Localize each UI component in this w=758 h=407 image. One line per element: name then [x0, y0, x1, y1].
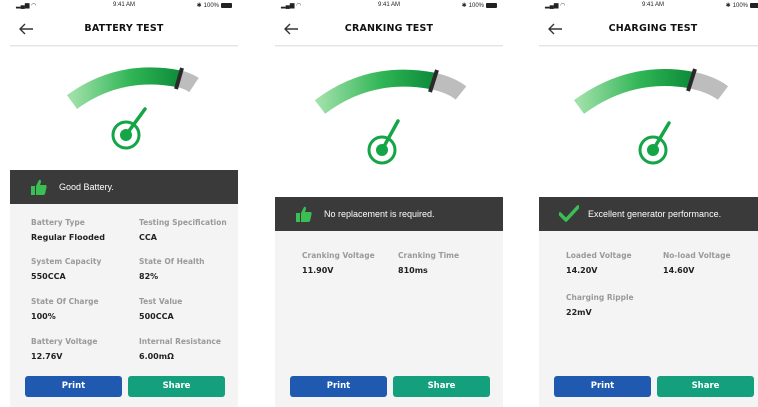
field-no-load-voltage: No-load Voltage 14.60V [663, 251, 731, 275]
field-label: Internal Resistance [139, 337, 221, 346]
gauge-panel [10, 47, 238, 170]
status-battery: ✱ 100% [726, 2, 758, 9]
field-label: No-load Voltage [663, 251, 731, 260]
field-value: 12.76V [31, 352, 63, 361]
field-charging-ripple: Charging Ripple 22mV [566, 293, 634, 317]
field-testing-specification: Testing Specification CCA [139, 218, 227, 242]
field-value: 14.60V [663, 266, 695, 275]
field-system-capacity: System Capacity 550CCA [31, 257, 101, 281]
thumbs-up-icon [296, 206, 312, 222]
field-label: Cranking Time [398, 251, 460, 260]
charging-test-screen: ▂▄▆ ◠ 9:41 AM ✱ 100% CHARGING TEST Excel… [539, 0, 758, 407]
print-button[interactable]: Print [290, 376, 387, 397]
share-button[interactable]: Share [657, 376, 754, 397]
charging-gauge [573, 68, 729, 165]
share-button[interactable]: Share [393, 376, 490, 397]
field-label: Test Value [139, 297, 183, 306]
cranking-test-screen: ▂▄▆ ◠ 9:41 AM ✱ 100% CRANKING TEST No re… [275, 0, 503, 407]
field-label: Battery Type [31, 218, 85, 227]
status-bar: ▂▄▆ ◠ 9:41 AM ✱ 100% [275, 0, 503, 12]
page-title: BATTERY TEST [84, 23, 164, 34]
battery-percent: 100% [468, 2, 484, 9]
field-value: 6.00mΩ [139, 352, 174, 361]
field-value: 550CCA [31, 272, 66, 281]
field-internal-resistance: Internal Resistance 6.00mΩ [139, 337, 221, 361]
field-state-of-charge: State Of Charge 100% [31, 297, 99, 321]
result-text: Excellent generator performance. [588, 209, 722, 219]
test-details: Loaded Voltage 14.20V No-load Voltage 14… [539, 231, 758, 374]
gauge-remainder [177, 70, 199, 93]
bluetooth-icon: ✱ [725, 3, 731, 9]
gauge-arc [573, 69, 693, 114]
field-label: Loaded Voltage [566, 251, 632, 260]
field-label: State Of Charge [31, 297, 99, 306]
thumbs-up-icon [31, 179, 47, 195]
field-label: Cranking Voltage [302, 251, 375, 260]
field-battery-voltage: Battery Voltage 12.76V [31, 337, 97, 361]
field-value: 82% [139, 272, 159, 281]
field-label: Testing Specification [139, 218, 227, 227]
battery-icon [486, 3, 497, 8]
nav-bar: CHARGING TEST [539, 12, 758, 46]
field-value: 11.90V [302, 266, 334, 275]
field-value: 22mV [566, 308, 592, 317]
field-battery-type: Battery Type Regular Flooded [31, 218, 105, 242]
gauge-arc [314, 69, 435, 114]
field-label: System Capacity [31, 257, 102, 266]
status-battery: ✱ 100% [462, 2, 497, 9]
field-value: 14.20V [566, 266, 598, 275]
field-label: State Of Health [139, 257, 205, 266]
status-bar: ▂▄▆ ◠ 9:41 AM ✱ 100% [10, 0, 238, 12]
bluetooth-icon: ✱ [461, 3, 467, 9]
field-cranking-time: Cranking Time 810ms [398, 251, 459, 275]
field-loaded-voltage: Loaded Voltage 14.20V [566, 251, 632, 275]
checkmark-icon [559, 205, 579, 222]
status-battery: ✱ 100% [197, 2, 232, 9]
result-text: No replacement is required. [324, 209, 435, 219]
result-banner: Excellent generator performance. [539, 197, 758, 231]
field-label: Battery Voltage [31, 337, 98, 346]
gauge-arc [66, 67, 182, 109]
result-text: Good Battery. [59, 182, 114, 192]
battery-icon [750, 3, 758, 8]
field-value: 810ms [398, 266, 428, 275]
battery-percent: 100% [203, 2, 219, 9]
field-value: 500CCA [139, 312, 174, 321]
field-value: CCA [139, 233, 157, 242]
field-label: Charging Ripple [566, 293, 634, 302]
gauge-panel [539, 47, 758, 197]
battery-gauge [66, 67, 199, 150]
field-value: Regular Flooded [31, 233, 105, 242]
share-button[interactable]: Share [128, 376, 225, 397]
field-value: 100% [31, 312, 56, 321]
field-cranking-voltage: Cranking Voltage 11.90V [302, 251, 375, 275]
page-title: CRANKING TEST [344, 23, 434, 34]
bluetooth-icon: ✱ [196, 3, 202, 9]
battery-percent: 100% [732, 2, 748, 9]
cranking-gauge [314, 69, 467, 165]
print-button[interactable]: Print [554, 376, 651, 397]
battery-icon [221, 3, 232, 8]
result-banner: Good Battery. [10, 170, 238, 204]
test-details: Battery Type Regular Flooded Testing Spe… [10, 204, 238, 374]
gauge-remainder [689, 71, 729, 100]
battery-test-screen: ▂▄▆ ◠ 9:41 AM ✱ 100% BATTERY TEST Good B… [10, 0, 238, 407]
field-state-of-health: State Of Health 82% [139, 257, 205, 281]
result-banner: No replacement is required. [275, 197, 503, 231]
nav-bar: CRANKING TEST [275, 12, 503, 46]
status-bar: ▂▄▆ ◠ 9:41 AM ✱ 100% [539, 0, 758, 12]
nav-bar: BATTERY TEST [10, 12, 238, 46]
page-title: CHARGING TEST [608, 23, 698, 34]
test-details: Cranking Voltage 11.90V Cranking Time 81… [275, 231, 503, 374]
field-test-value: Test Value 500CCA [139, 297, 182, 321]
gauge-remainder [431, 72, 467, 100]
print-button[interactable]: Print [25, 376, 122, 397]
gauge-panel [275, 47, 503, 197]
